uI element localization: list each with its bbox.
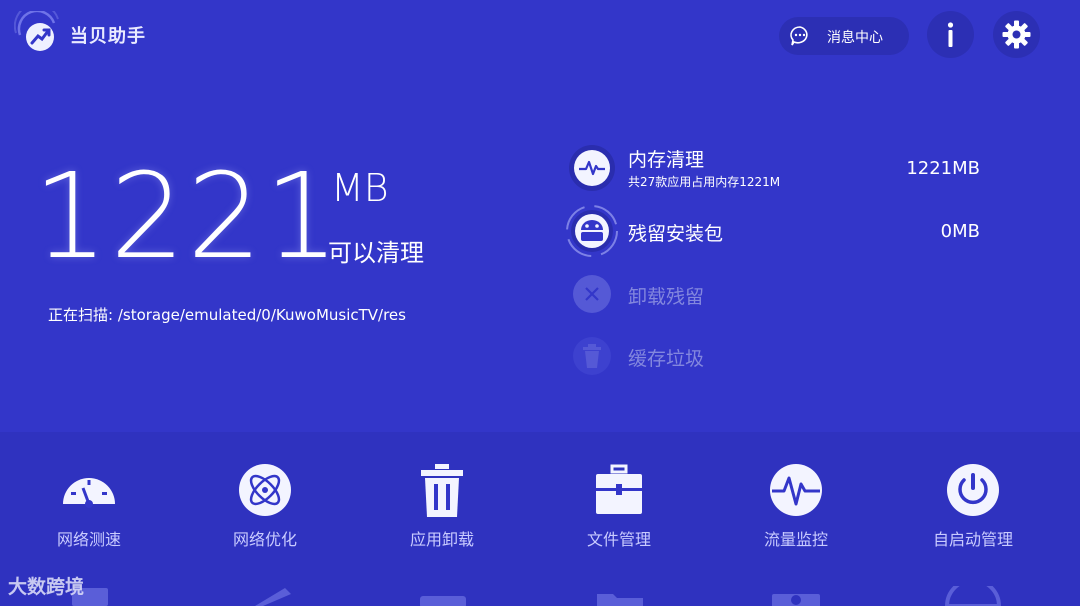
- clean-item-value: 1221MB: [906, 158, 980, 179]
- clean-item-name: 缓存垃圾: [628, 348, 705, 370]
- folder-icon: [597, 594, 643, 606]
- clean-item-desc: 共27款应用占用内存1221M: [628, 175, 781, 189]
- settings-button[interactable]: [993, 11, 1040, 58]
- tool-label: 文件管理: [586, 530, 651, 549]
- atom-icon: [239, 464, 291, 516]
- chat-bubble-icon: [790, 26, 808, 46]
- tool-label: 网络测速: [56, 530, 121, 549]
- clean-item-name: 内存清理: [628, 149, 705, 171]
- tool-label: 流量监控: [763, 530, 828, 549]
- clean-item-leftover-apk[interactable]: 残留安装包 0MB: [560, 203, 1000, 259]
- message-center-label: 消息中心: [827, 30, 883, 46]
- android-icon: [566, 205, 618, 257]
- message-center-button[interactable]: 消息中心: [779, 17, 909, 55]
- tool-autostart-manager[interactable]: 自启动管理: [903, 464, 1043, 550]
- app-logo-icon: [14, 11, 59, 51]
- clean-item-name: 残留安装包: [628, 223, 724, 245]
- speedometer-icon: [63, 478, 115, 508]
- clean-item-name: 卸载残留: [628, 286, 705, 308]
- info-icon: [947, 22, 954, 47]
- tool-traffic-monitor[interactable]: 流量监控: [726, 464, 866, 550]
- tool-network-optimize[interactable]: 网络优化: [195, 464, 335, 550]
- watermark: 大数跨境: [8, 576, 85, 598]
- partial-tool-icon: [772, 594, 820, 606]
- briefcase-icon: [596, 464, 642, 514]
- tool-label: 网络优化: [232, 530, 297, 549]
- tool-file-manager[interactable]: 文件管理: [549, 464, 689, 550]
- tool-app-uninstall[interactable]: 应用卸载: [372, 464, 512, 550]
- cleanable-amount: 1221: [33, 147, 342, 285]
- close-icon: [573, 275, 611, 313]
- trash-icon: [573, 337, 611, 375]
- clean-item-uninstall-residue[interactable]: 卸载残留: [560, 266, 1000, 322]
- tool-label: 自启动管理: [932, 530, 1013, 549]
- tool-network-speed[interactable]: 网络测速: [19, 464, 159, 550]
- pulse-icon: [569, 145, 615, 191]
- partial-tool-icon: [420, 596, 466, 606]
- clean-item-memory[interactable]: 内存清理 共27款应用占用内存1221M 1221MB: [560, 140, 1000, 196]
- rocket-icon: [255, 588, 291, 606]
- info-button[interactable]: [927, 11, 974, 58]
- partial-tool-icon: [945, 586, 1001, 606]
- gear-icon: [1002, 20, 1031, 49]
- amount-unit: MB: [331, 166, 389, 210]
- trash-can-icon: [421, 464, 463, 517]
- tool-label: 应用卸载: [409, 530, 474, 549]
- clean-item-cache[interactable]: 缓存垃圾: [560, 328, 1000, 384]
- scan-status: 正在扫描: /storage/emulated/0/KuwoMusicTV/re…: [48, 306, 406, 324]
- clean-item-value: 0MB: [940, 221, 980, 242]
- power-icon: [947, 464, 999, 516]
- pulse-circle-icon: [770, 464, 822, 516]
- cleanable-label: 可以清理: [328, 239, 424, 267]
- app-title: 当贝助手: [70, 26, 146, 47]
